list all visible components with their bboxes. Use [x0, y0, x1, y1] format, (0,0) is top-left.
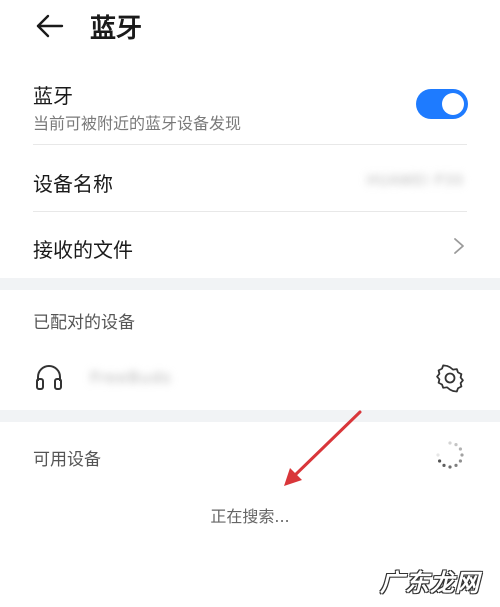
- annotation-arrow: [284, 410, 362, 486]
- watermark-text: 广东龙网: [380, 568, 480, 597]
- device-name-label: 设备名称: [33, 172, 113, 196]
- app-header: 蓝牙: [0, 0, 500, 56]
- bluetooth-settings-screen: 蓝牙 蓝牙 当前可被附近的蓝牙设备发现 设备名称 HUAWEI P30 接收的文…: [0, 0, 500, 607]
- device-name-value: HUAWEI P30: [366, 173, 464, 189]
- received-files-row[interactable]: 接收的文件: [0, 212, 500, 278]
- arrow-left-icon: [36, 14, 64, 38]
- headset-icon: [36, 365, 62, 390]
- loading-spinner-icon: [436, 441, 464, 469]
- paired-device-row[interactable]: FreeBuds: [0, 346, 500, 410]
- device-name-row[interactable]: 设备名称 HUAWEI P30: [0, 146, 500, 212]
- divider: [33, 144, 467, 145]
- page-title: 蓝牙: [90, 14, 143, 44]
- gear-icon[interactable]: [435, 363, 465, 393]
- available-section-title: 可用设备: [33, 450, 101, 470]
- paired-section-title: 已配对的设备: [33, 313, 135, 333]
- paired-device-name: FreeBuds: [90, 368, 172, 387]
- searching-status: 正在搜索...: [210, 507, 290, 526]
- section-gap: [0, 278, 500, 290]
- received-files-label: 接收的文件: [33, 238, 133, 262]
- bluetooth-toggle-row[interactable]: 蓝牙 当前可被附近的蓝牙设备发现: [0, 72, 500, 144]
- chevron-right-icon: [454, 238, 464, 254]
- section-gap: [0, 410, 500, 422]
- bluetooth-subtitle: 当前可被附近的蓝牙设备发现: [33, 114, 242, 133]
- watermark-logo: 广东龙网: [360, 558, 500, 602]
- bluetooth-label: 蓝牙: [33, 84, 73, 108]
- switch-knob: [442, 93, 464, 115]
- bluetooth-switch[interactable]: [416, 89, 468, 119]
- back-button[interactable]: [30, 8, 70, 44]
